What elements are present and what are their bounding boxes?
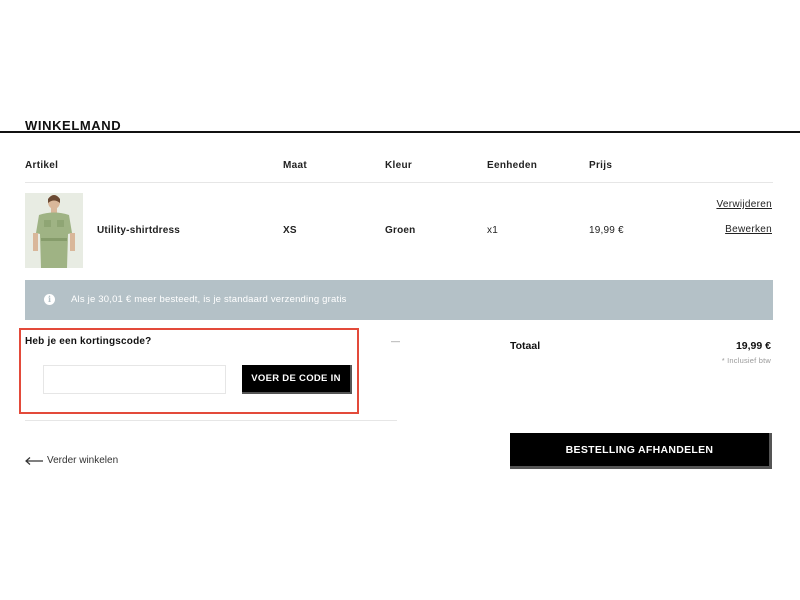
column-header-size: Maat [283,160,307,171]
separator-dash: — [391,336,400,346]
title-divider [0,131,800,133]
continue-shopping-label: Verder winkelen [47,455,119,466]
column-header-article: Artikel [25,160,59,171]
continue-shopping-link[interactable]: Verder winkelen [25,455,118,466]
product-photo [25,193,83,268]
header-divider [25,182,773,183]
product-name[interactable]: Utility-shirtdress [97,225,180,236]
total-label: Totaal [510,340,541,352]
coupon-divider [25,420,397,421]
product-image[interactable] [25,193,83,268]
free-shipping-text: Als je 30,01 € meer besteedt, is je stan… [71,294,347,305]
info-icon: i [44,294,55,305]
free-shipping-banner: i Als je 30,01 € meer besteedt, is je st… [25,280,773,320]
total-value: 19,99 € [735,340,771,352]
coupon-question: Heb je een kortingscode? [25,336,152,347]
column-header-color: Kleur [385,160,413,171]
coupon-code-input[interactable] [43,365,226,394]
column-header-price: Prijs [589,160,613,171]
product-size: XS [283,225,297,236]
edit-item-link[interactable]: Bewerken [725,224,772,235]
column-header-units: Eenheden [487,160,538,171]
product-color: Groen [385,225,416,236]
product-price: 19,99 € [589,225,624,236]
arrow-left-icon [25,456,43,465]
vat-note: * Inclusief btw [721,356,771,365]
product-units: x1 [487,225,498,236]
apply-coupon-button[interactable]: VOER DE CODE IN [242,365,352,394]
remove-item-link[interactable]: Verwijderen [716,199,772,210]
checkout-button[interactable]: BESTELLING AFHANDELEN [510,433,772,469]
